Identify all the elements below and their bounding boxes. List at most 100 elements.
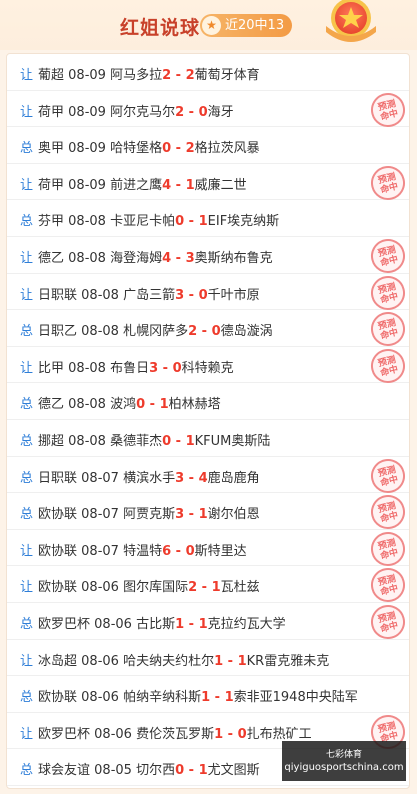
home-team: 特温特 (123, 543, 163, 559)
home-team: 古比斯 (136, 617, 176, 632)
match-date: 08-09 (68, 104, 106, 120)
header: 红姐说球 ★ 近20中13 (0, 0, 417, 50)
home-score: 3 (175, 470, 185, 486)
home-score: 3 (175, 287, 185, 303)
home-score: 6 (162, 543, 172, 559)
league-name: 奥甲 (38, 141, 65, 157)
match-info: 日职乙 08-08 札幌冈萨多2 - 0德岛漩涡 (38, 320, 273, 339)
bet-type-label: 总 (20, 470, 34, 486)
prediction-hit-stamp-icon: 预测 命中 (367, 491, 409, 533)
match-row[interactable]: 总芬甲 08-08 卡亚尼卡帕0 - 1EIF埃克纳斯 (7, 200, 409, 237)
match-row[interactable]: 让冰岛超 08-06 哈夫纳夫约杜尔1 - 1KR雷克雅未克 (7, 640, 409, 677)
league-name: 芬甲 (38, 214, 65, 230)
league-name: 荷甲 (38, 177, 65, 193)
home-team: 哈夫纳夫约杜尔 (123, 653, 215, 669)
match-info: 欧罗巴杯 08-06 古比斯1 - 1克拉约瓦大学 (38, 613, 286, 632)
match-row[interactable]: 让欧协联 08-07 特温特6 - 0斯特里达 预测 命中 (7, 528, 409, 570)
home-score: 1 (175, 617, 185, 632)
prediction-hit-stamp-icon: 预测 命中 (367, 454, 409, 497)
league-name: 挪超 (38, 434, 65, 449)
home-score: 4 (162, 251, 172, 266)
league-name: 比甲 (38, 360, 65, 376)
match-date: 08-06 (81, 690, 119, 706)
match-row[interactable]: 让荷甲 08-09 前进之鹰4 - 1威廉二世 预测 命中 (7, 162, 409, 204)
prediction-hit-stamp-icon: 预测 命中 (367, 162, 409, 204)
match-info: 球会友谊 08-05 切尔西0 - 1尤文图斯 (38, 759, 260, 778)
record-badge: ★ 近20中13 (200, 14, 292, 37)
away-score: 3 (185, 251, 195, 266)
home-score: 2 (162, 68, 172, 83)
away-score: 1 (211, 580, 221, 596)
home-team: 布鲁日 (110, 360, 150, 376)
bet-type-label: 让 (20, 287, 34, 303)
match-row[interactable]: 让日职联 08-08 广岛三箭3 - 0千叶市原 预测 命中 (7, 271, 409, 314)
prediction-hit-stamp-icon: 预测 命中 (367, 528, 409, 570)
match-info: 芬甲 08-08 卡亚尼卡帕0 - 1EIF埃克纳斯 (38, 210, 279, 229)
home-team: 广岛三箭 (123, 287, 176, 303)
away-team: 威廉二世 (194, 177, 247, 193)
watermark-logo-text: 七彩体育 (325, 750, 362, 760)
away-score: 1 (224, 690, 234, 706)
match-info: 冰岛超 08-06 哈夫纳夫约杜尔1 - 1KR雷克雅未克 (38, 650, 329, 669)
match-row[interactable]: 让葡超 08-09 阿马多拉2 - 2葡萄牙体育 (7, 54, 409, 91)
league-name: 欧罗巴杯 (38, 617, 91, 632)
match-row[interactable]: 让欧协联 08-06 图尔库国际2 - 1瓦杜兹 预测 命中 (7, 564, 409, 606)
home-team: 费伦茨瓦罗斯 (136, 726, 215, 742)
prediction-hit-stamp-icon: 预测 命中 (367, 345, 409, 387)
match-row[interactable]: 总奥甲 08-09 哈特堡格0 - 2格拉茨风暴 (7, 127, 409, 164)
home-score: 2 (188, 580, 198, 596)
bet-type-label: 让 (20, 543, 34, 559)
bet-type-label: 总 (20, 690, 34, 706)
away-team: 千叶市原 (207, 287, 260, 303)
score-separator: - (197, 580, 212, 596)
home-team: 海登海姆 (110, 251, 163, 266)
match-info: 荷甲 08-09 阿尔克马尔2 - 0海牙 (38, 101, 234, 120)
home-score: 3 (149, 360, 159, 376)
score-separator: - (184, 763, 199, 779)
match-date: 08-08 (68, 434, 106, 449)
away-team: 克拉约瓦大学 (207, 617, 286, 632)
match-info: 比甲 08-08 布鲁日3 - 0科特赖克 (38, 357, 234, 376)
away-team: 柏林赫塔 (168, 397, 221, 413)
star-icon: ★ (202, 16, 221, 35)
away-score: 1 (198, 507, 208, 523)
prediction-hit-stamp-icon: 预测 命中 (367, 235, 409, 277)
away-team: 德岛漩涡 (220, 324, 273, 340)
match-info: 欧协联 08-06 帕纳辛纳科斯1 - 1索非亚1948中央陆军 (38, 686, 358, 705)
score-separator: - (171, 434, 186, 449)
league-name: 日职联 (38, 470, 78, 486)
away-score: 0 (198, 287, 208, 303)
league-name: 欧协联 (38, 543, 78, 559)
match-row[interactable]: 总欧协联 08-07 阿贾克斯3 - 1谢尔伯恩 预测 命中 (7, 491, 409, 533)
home-score: 0 (175, 214, 185, 230)
match-row[interactable]: 让荷甲 08-09 阿尔克马尔2 - 0海牙 预测 命中 (7, 88, 409, 131)
match-row[interactable]: 总日职联 08-07 横滨水手3 - 4鹿岛鹿角 预测 命中 (7, 454, 409, 497)
away-team: 科特赖克 (181, 360, 234, 376)
bet-type-label: 总 (20, 324, 34, 340)
match-row[interactable]: 总欧罗巴杯 08-06 古比斯1 - 1克拉约瓦大学 预测 命中 (7, 601, 409, 643)
match-row[interactable]: 让德乙 08-08 海登海姆4 - 3奥斯纳布鲁克 预测 命中 (7, 235, 409, 277)
home-team: 前进之鹰 (110, 177, 163, 193)
home-team: 桑德菲杰 (110, 434, 163, 449)
match-date: 08-08 (68, 360, 106, 376)
away-score: 0 (211, 324, 221, 340)
score-separator: - (184, 470, 199, 486)
away-score: 1 (185, 177, 195, 193)
match-row[interactable]: 总德乙 08-08 波鸿0 - 1柏林赫塔 (7, 383, 409, 420)
away-team: 鹿岛鹿角 (207, 470, 260, 486)
match-date: 08-08 (68, 214, 106, 230)
match-row[interactable]: 总欧协联 08-06 帕纳辛纳科斯1 - 1索非亚1948中央陆军 (7, 676, 409, 713)
league-name: 葡超 (38, 68, 65, 83)
score-separator: - (197, 324, 212, 340)
match-row[interactable]: 让比甲 08-08 布鲁日3 - 0科特赖克 预测 命中 (7, 345, 409, 387)
home-score: 0 (162, 141, 172, 157)
away-team: 索非亚1948中央陆军 (233, 690, 358, 706)
away-score: 1 (159, 397, 169, 413)
match-row[interactable]: 总挪超 08-08 桑德菲杰0 - 1KFUM奥斯陆 (7, 420, 409, 457)
bet-type-label: 让 (20, 177, 34, 193)
score-separator: - (184, 617, 199, 632)
match-date: 08-06 (81, 580, 119, 596)
away-score: 1 (237, 653, 247, 669)
match-row[interactable]: 总日职乙 08-08 札幌冈萨多2 - 0德岛漩涡 预测 命中 (7, 308, 409, 350)
bet-type-label: 总 (20, 434, 34, 449)
